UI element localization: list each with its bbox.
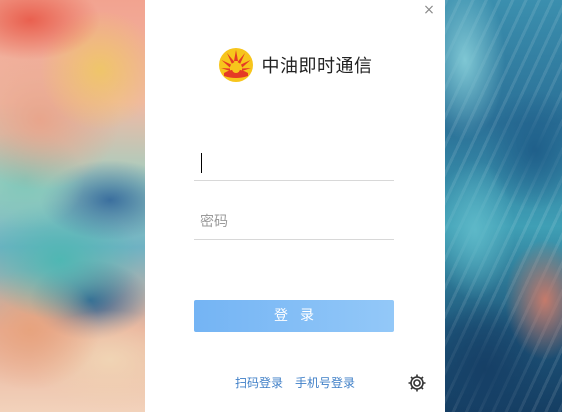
account-field[interactable]	[194, 148, 394, 181]
gear-icon[interactable]	[407, 373, 427, 393]
login-panel: × 中油即时通信 登录 扫码登录 手机号登录	[145, 0, 445, 412]
alt-login-links: 扫码登录 手机号登录	[145, 374, 445, 391]
scan-login-link[interactable]: 扫码登录	[235, 374, 283, 391]
close-button[interactable]: ×	[421, 2, 437, 18]
app-header: 中油即时通信	[145, 46, 445, 84]
phone-login-link[interactable]: 手机号登录	[295, 374, 355, 391]
text-caret	[201, 153, 202, 173]
account-input[interactable]	[194, 148, 394, 178]
login-button[interactable]: 登录	[194, 300, 394, 332]
right-background-art	[445, 0, 562, 412]
login-window: × 中油即时通信 登录 扫码登录 手机号登录	[0, 0, 562, 412]
password-field[interactable]	[194, 207, 394, 240]
app-title: 中油即时通信	[261, 56, 373, 77]
petrochina-logo-icon	[218, 48, 253, 82]
left-background-art	[0, 0, 145, 412]
close-icon[interactable]: ×	[423, 2, 435, 18]
password-input[interactable]	[194, 207, 394, 237]
